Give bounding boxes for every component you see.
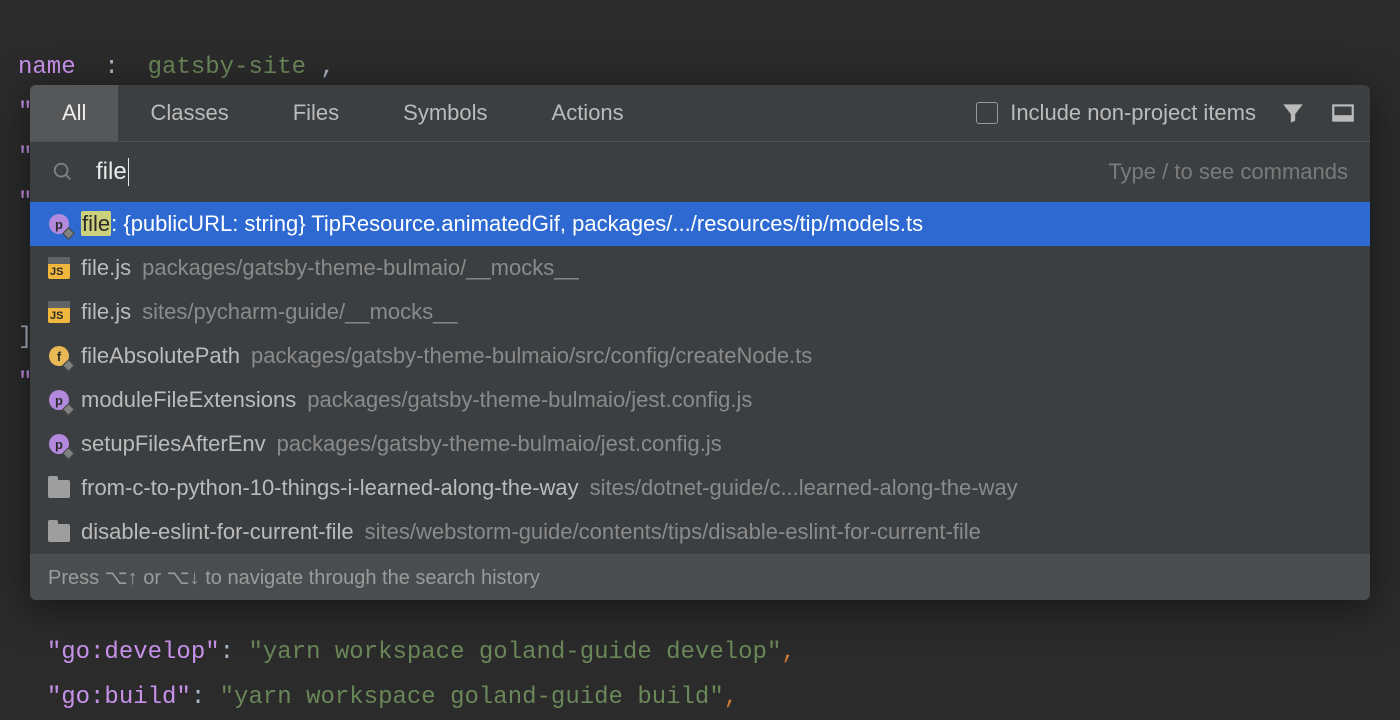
popup-footer-hint: Press ⌥↑ or ⌥↓ to navigate through the s… xyxy=(30,554,1370,600)
search-tabs: All Classes Files Symbols Actions Includ… xyxy=(30,85,1370,142)
checkbox-label: Include non-project items xyxy=(1010,100,1256,126)
search-result-item[interactable]: disable-eslint-for-current-file sites/web… xyxy=(30,510,1370,554)
tab-symbols[interactable]: Symbols xyxy=(371,85,519,141)
search-everywhere-popup: All Classes Files Symbols Actions Includ… xyxy=(30,85,1370,600)
result-main-text: disable-eslint-for-current-file xyxy=(81,519,354,545)
search-result-item[interactable]: JS file.js sites/pycharm-guide/__mocks__ xyxy=(30,290,1370,334)
result-path: packages/gatsby-theme-bulmaio/src/config… xyxy=(251,343,812,369)
result-main-text: fileAbsolutePath xyxy=(81,343,240,369)
json-key: name xyxy=(18,54,76,81)
search-results-list: p file: {publicURL: string} TipResource.a… xyxy=(30,202,1370,554)
js-file-icon: JS xyxy=(48,257,70,279)
panel-icon[interactable] xyxy=(1330,100,1356,126)
symbol-icon: p xyxy=(48,389,70,411)
search-input[interactable]: file xyxy=(96,158,129,186)
tab-files[interactable]: Files xyxy=(261,85,371,141)
text-caret xyxy=(128,158,129,186)
filter-icon[interactable] xyxy=(1280,100,1306,126)
result-path: packages/gatsby-theme-bulmaio/jest.confi… xyxy=(307,387,752,413)
checkbox-box[interactable] xyxy=(976,102,998,124)
search-result-item[interactable]: f fileAbsolutePath packages/gatsby-theme-b… xyxy=(30,334,1370,378)
result-main-text: file.js xyxy=(81,299,131,325)
search-result-item[interactable]: p file: {publicURL: string} TipResource.a… xyxy=(30,202,1370,246)
include-non-project-checkbox[interactable]: Include non-project items xyxy=(976,100,1256,126)
result-main-text: file: {publicURL: string} TipResource.an… xyxy=(81,211,923,237)
result-path: packages/gatsby-theme-bulmaio/__mocks__ xyxy=(142,255,579,281)
search-result-item[interactable]: from-c-to-python-10-things-i-learned-alo… xyxy=(30,466,1370,510)
search-hint: Type / to see commands xyxy=(1108,159,1348,185)
search-result-item[interactable]: p moduleFileExtensions packages/gatsby-the… xyxy=(30,378,1370,422)
symbol-icon: f xyxy=(48,345,70,367)
folder-icon xyxy=(48,521,70,543)
result-path: sites/dotnet-guide/c...learned-along-the… xyxy=(590,475,1018,501)
search-result-item[interactable]: JS file.js packages/gatsby-theme-bulmaio/_… xyxy=(30,246,1370,290)
result-path: sites/webstorm-guide/contents/tips/disab… xyxy=(365,519,981,545)
js-file-icon: JS xyxy=(48,301,70,323)
result-main-text: file.js xyxy=(81,255,131,281)
symbol-icon: p xyxy=(48,213,70,235)
tab-all[interactable]: All xyxy=(30,85,118,141)
symbol-icon: p xyxy=(48,433,70,455)
result-main-text: moduleFileExtensions xyxy=(81,387,296,413)
search-result-item[interactable]: p setupFilesAfterEnv packages/gatsby-theme… xyxy=(30,422,1370,466)
folder-icon xyxy=(48,477,70,499)
tab-classes[interactable]: Classes xyxy=(118,85,260,141)
result-main-text: from-c-to-python-10-things-i-learned-alo… xyxy=(81,475,579,501)
search-input-row[interactable]: file Type / to see commands xyxy=(30,142,1370,202)
result-path: sites/pycharm-guide/__mocks__ xyxy=(142,299,457,325)
search-icon xyxy=(52,161,74,183)
result-path: packages/gatsby-theme-bulmaio/jest.confi… xyxy=(277,431,722,457)
tab-actions[interactable]: Actions xyxy=(520,85,656,141)
result-main-text: setupFilesAfterEnv xyxy=(81,431,266,457)
